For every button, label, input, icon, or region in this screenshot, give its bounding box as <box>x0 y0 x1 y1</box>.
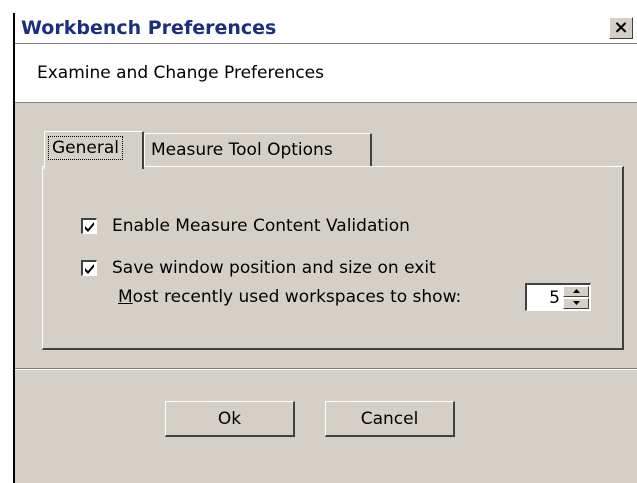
spinner-buttons <box>563 286 589 309</box>
recent-workspaces-mnemonic: M <box>118 287 133 307</box>
window-title: Workbench Preferences <box>21 17 277 39</box>
close-icon: × <box>613 17 629 38</box>
recent-workspaces-value[interactable]: 5 <box>549 288 560 308</box>
recent-workspaces-label: Most recently used workspaces to show: <box>118 287 461 307</box>
spin-up-button[interactable] <box>563 286 589 297</box>
spin-down-button[interactable] <box>563 298 589 309</box>
title-bar: Workbench Preferences × <box>15 13 637 44</box>
ok-button[interactable]: Ok <box>165 401 295 437</box>
arrow-down-icon <box>573 301 580 305</box>
tab-measure-tool-options[interactable]: Measure Tool Options <box>144 133 372 167</box>
ok-button-label: Ok <box>217 408 242 429</box>
checkmark-icon <box>85 222 94 232</box>
recent-workspaces-label-text: ost recently used workspaces to show: <box>132 287 462 307</box>
tab-measure-tool-options-label: Measure Tool Options <box>151 140 333 160</box>
arrow-up-icon <box>573 289 580 293</box>
close-button[interactable]: × <box>609 17 633 39</box>
cancel-button-label: Cancel <box>360 408 419 429</box>
cancel-button[interactable]: Cancel <box>325 401 455 437</box>
validation-checkbox[interactable] <box>81 218 97 234</box>
save-position-checkbox[interactable] <box>81 260 97 276</box>
validation-checkbox-label: Enable Measure Content Validation <box>112 216 410 236</box>
checkmark-icon <box>85 264 94 274</box>
dialog-subtitle: Examine and Change Preferences <box>37 63 324 83</box>
separator-highlight <box>15 369 637 370</box>
tab-general[interactable]: General <box>44 131 144 169</box>
tab-general-label: General <box>48 136 123 160</box>
header-band: Examine and Change Preferences <box>15 44 637 103</box>
recent-workspaces-spinner[interactable]: 5 <box>525 283 591 311</box>
preferences-dialog: Workbench Preferences × Examine and Chan… <box>13 13 637 483</box>
save-position-checkbox-label: Save window position and size on exit <box>112 258 436 278</box>
general-tab-panel: Enable Measure Content Validation Save w… <box>42 166 624 350</box>
